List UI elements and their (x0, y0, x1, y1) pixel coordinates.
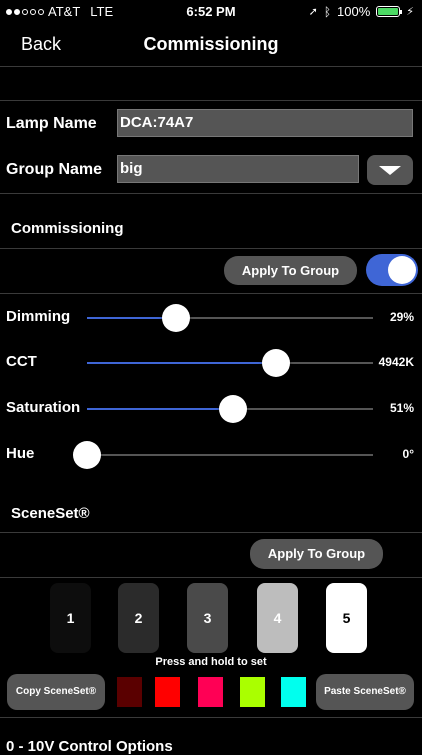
slider-thumb-saturation[interactable] (218, 395, 247, 423)
group-name-label: Group Name (6, 161, 103, 178)
scene-button-1[interactable]: 1 (50, 583, 91, 653)
scene-button-4[interactable]: 4 (257, 583, 298, 653)
divider (0, 293, 422, 294)
apply-group-toggle[interactable] (366, 254, 418, 286)
chevron-down-icon (379, 166, 401, 175)
slider-fill (87, 362, 276, 364)
commissioning-section-title: Commissioning (11, 220, 124, 237)
color-swatch-5[interactable] (281, 677, 306, 707)
battery-icon (376, 6, 403, 17)
press-hold-hint: Press and hold to set (155, 656, 267, 668)
apply-to-group-button[interactable]: Apply To Group (224, 256, 357, 285)
scene-button-5[interactable]: 5 (326, 583, 367, 653)
scene-button-2[interactable]: 2 (118, 583, 159, 653)
battery-percent: 100% (337, 4, 371, 19)
apply-to-group-scenes-button[interactable]: Apply To Group (250, 539, 383, 569)
lamp-name-field[interactable]: DCA:74A7 (117, 109, 413, 137)
location-arrow-icon: ➚ (308, 6, 318, 18)
color-swatch-2[interactable] (155, 677, 180, 707)
control-options-section-title: 0 - 10V Control Options (6, 738, 173, 755)
slider-thumb-cct[interactable] (261, 349, 290, 377)
color-swatch-1[interactable] (117, 677, 142, 707)
group-dropdown-button[interactable] (367, 155, 413, 185)
divider (0, 577, 422, 578)
sceneset-section-title: SceneSet® (11, 505, 90, 522)
slider-track-cct[interactable] (87, 362, 373, 364)
color-swatch-4[interactable] (240, 677, 265, 707)
divider (0, 532, 422, 533)
group-name-field[interactable]: big (117, 155, 359, 183)
paste-sceneset-button[interactable]: Paste SceneSet® (316, 674, 414, 710)
charging-bolt-icon: ⚡ (406, 6, 414, 18)
slider-label-dimming: Dimming (6, 308, 71, 325)
divider (0, 248, 422, 249)
bluetooth-icon: ᛒ (323, 4, 332, 19)
slider-thumb-dimming[interactable] (161, 304, 190, 332)
slider-track-dimming[interactable] (87, 317, 373, 319)
color-swatch-3[interactable] (198, 677, 223, 707)
slider-value-cct: 4942K (378, 355, 414, 369)
toggle-knob (388, 256, 416, 284)
slider-value-dimming: 29% (389, 310, 414, 324)
slider-label-cct: CCT (6, 353, 37, 370)
slider-track-hue[interactable] (87, 454, 373, 456)
divider (0, 193, 422, 194)
divider (0, 717, 422, 718)
slider-thumb-hue[interactable] (73, 441, 101, 469)
divider (0, 100, 422, 101)
lamp-name-label: Lamp Name (6, 115, 97, 132)
status-right: ➚ ᛒ 100% ⚡ (309, 4, 414, 19)
status-bar: AT&T LTE 6:52 PM ➚ ᛒ 100% ⚡ (0, 0, 422, 22)
divider (0, 66, 422, 67)
slider-label-saturation: Saturation (6, 399, 81, 416)
copy-sceneset-button[interactable]: Copy SceneSet® (7, 674, 105, 710)
navigation-bar: Back Commissioning (0, 22, 422, 66)
scene-button-3[interactable]: 3 (187, 583, 228, 653)
slider-fill (87, 408, 233, 410)
slider-value-hue: 0° (402, 447, 414, 461)
slider-label-hue: Hue (6, 445, 35, 462)
page-title: Commissioning (143, 34, 279, 54)
slider-value-saturation: 51% (389, 401, 414, 415)
